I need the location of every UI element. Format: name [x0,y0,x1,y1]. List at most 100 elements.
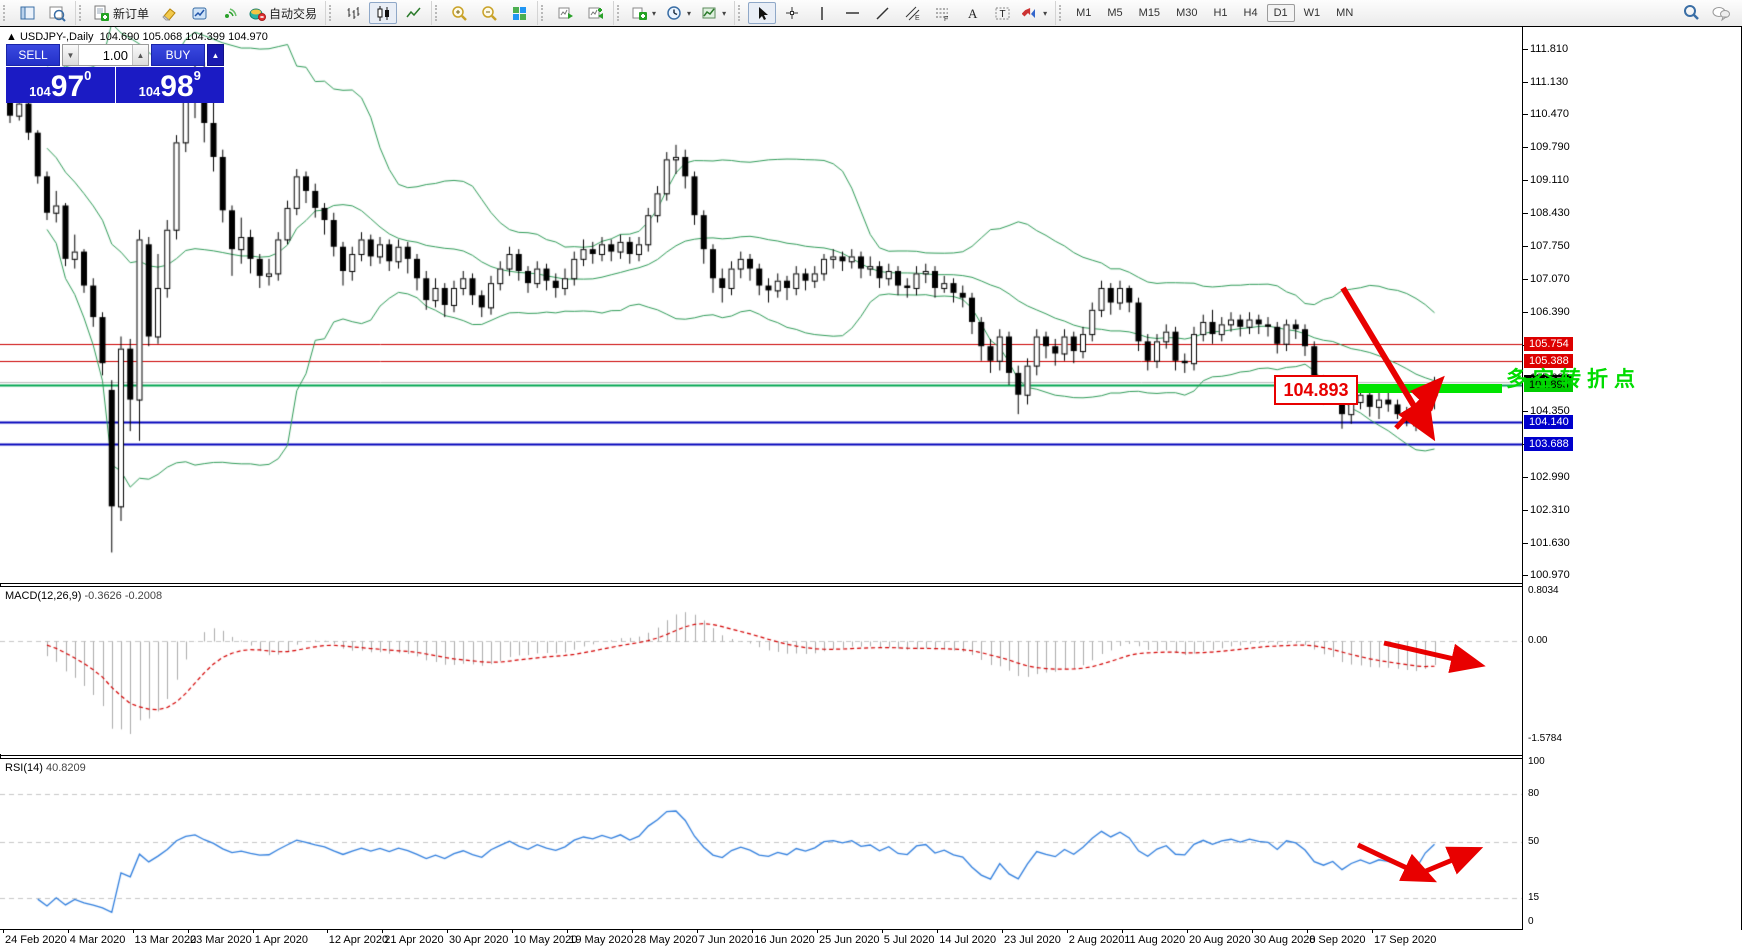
buy-price[interactable]: 104 98 9 [116,67,225,103]
sell-price-big: 97 [51,73,84,101]
rsi-name: RSI(14) [5,762,43,774]
macd-axis-tick: 0.8034 [1528,585,1559,596]
line-chart-button[interactable] [399,2,427,24]
zoom-out-button[interactable] [475,2,503,24]
price-annotation-box[interactable]: 104.893 [1274,375,1358,405]
period-button[interactable]: ▾ [662,2,695,24]
toolbar-grip [3,5,8,21]
autotrading-label: 自动交易 [269,5,317,22]
trendline-button[interactable] [868,2,896,24]
signal-button[interactable] [215,2,243,24]
buy-button[interactable]: BUY [151,44,205,66]
chat-icon [1711,4,1731,22]
toolbar-group-charttype [325,1,431,25]
new-order-button[interactable]: 新订单 [89,2,153,24]
toolbar-group-profiles [537,1,613,25]
date-tick: 2 Aug 2020 [1069,934,1125,946]
crosshair-button[interactable] [778,2,806,24]
timeframe-m15[interactable]: M15 [1132,4,1167,22]
arrows-button[interactable]: ▾ [1018,2,1051,24]
timeframe-d1[interactable]: D1 [1267,4,1295,22]
turning-point-note[interactable]: 多空转折点 [1506,363,1641,393]
rsi-value: 40.8209 [46,762,86,774]
profile-next-button[interactable] [551,2,579,24]
toolbar-group-zoom [431,1,537,25]
volume-control: ▼ ▲ [62,44,149,66]
search-icon [1682,4,1700,22]
price-tick: 106.390 [1530,306,1570,318]
date-tick: 13 Mar 2020 [135,934,197,946]
date-axis[interactable]: 24 Feb 20204 Mar 202013 Mar 202023 Mar 2… [0,930,1742,952]
equidistant-channel-button[interactable]: E [898,2,926,24]
zoom-out-icon [481,5,498,22]
rsi-axis-tick: 80 [1528,788,1539,799]
svg-text:F: F [944,16,948,22]
profile-next-icon [557,5,574,22]
indicator-add-button[interactable]: ▾ [627,2,660,24]
eraser-button[interactable] [155,2,183,24]
sell-price[interactable]: 104 97 0 [6,67,115,103]
buy-price-figure: 104 [139,84,161,99]
bar-chart-button[interactable] [339,2,367,24]
panel-toggle-button[interactable] [13,2,41,24]
timeframe-m5[interactable]: M5 [1100,4,1129,22]
main-price-chart[interactable] [0,27,1522,583]
chat-button[interactable] [1707,2,1735,24]
support-highlight-bar[interactable] [1352,384,1502,393]
publish-chart-button[interactable] [185,2,213,24]
price-level-badge: 105.754 [1524,337,1573,351]
toolbar-group-trade: 新订单 自动交易 [75,1,325,25]
template-icon [701,5,718,22]
new-order-label: 新订单 [113,5,149,22]
horizontal-line-icon [844,5,861,22]
timeframe-mn[interactable]: MN [1329,4,1360,22]
timeframe-h1[interactable]: H1 [1206,4,1234,22]
timeframe-m30[interactable]: M30 [1169,4,1204,22]
panel-separator[interactable] [0,758,1522,759]
timeframe-h4[interactable]: H4 [1237,4,1265,22]
toolbar-grip [617,5,622,21]
panel-separator[interactable] [0,583,1522,584]
date-tick: 8 Sep 2020 [1309,934,1365,946]
trendline-icon [874,5,891,22]
cursor-button[interactable] [748,2,776,24]
template-button[interactable]: ▾ [697,2,730,24]
chart-ohlc: 104.690 105.068 104.399 104.970 [100,31,268,43]
horizontal-line-button[interactable] [838,2,866,24]
volume-decrease-button[interactable]: ▼ [63,45,79,65]
macd-axis-tick: 0.00 [1528,635,1547,646]
date-tick: 16 Jun 2020 [754,934,815,946]
candlestick-chart-button[interactable] [369,2,397,24]
volume-input[interactable] [79,45,132,65]
timeframe-m1[interactable]: M1 [1069,4,1098,22]
price-tick: 101.630 [1530,537,1570,549]
zoom-in-button[interactable] [445,2,473,24]
chart-title: ▲ USDJPY-,Daily 104.690 105.068 104.399 … [6,31,268,43]
tile-windows-button[interactable] [505,2,533,24]
panel-collapse-button[interactable]: ▲ [207,44,224,66]
toolbar-group-timeframes: M1M5M15M30H1H4D1W1MN [1055,1,1364,25]
market-watch-button[interactable] [43,2,71,24]
timeframe-w1[interactable]: W1 [1297,4,1328,22]
toolbar-grip [329,5,334,21]
profile-add-button[interactable] [581,2,609,24]
new-order-icon [93,5,110,22]
panel-separator[interactable] [0,586,1522,587]
fibonacci-button[interactable]: F [928,2,956,24]
text-label-button[interactable]: T [988,2,1016,24]
date-tick: 23 Mar 2020 [190,934,252,946]
collapse-triangle-icon[interactable]: ▲ [6,31,20,43]
dropdown-caret-icon: ▾ [652,9,656,18]
price-tick: 111.130 [1530,76,1568,88]
date-tick: 1 Apr 2020 [255,934,308,946]
search-button[interactable] [1677,2,1705,24]
autotrading-button[interactable]: 自动交易 [245,2,321,24]
volume-increase-button[interactable]: ▲ [132,45,148,65]
rsi-indicator-chart[interactable] [0,758,1522,929]
macd-indicator-chart[interactable] [0,587,1522,754]
panel-separator[interactable] [0,755,1522,756]
sell-button[interactable]: SELL [6,44,60,66]
date-tick: 19 May 2020 [569,934,633,946]
vertical-line-button[interactable] [808,2,836,24]
text-button[interactable]: A [958,2,986,24]
